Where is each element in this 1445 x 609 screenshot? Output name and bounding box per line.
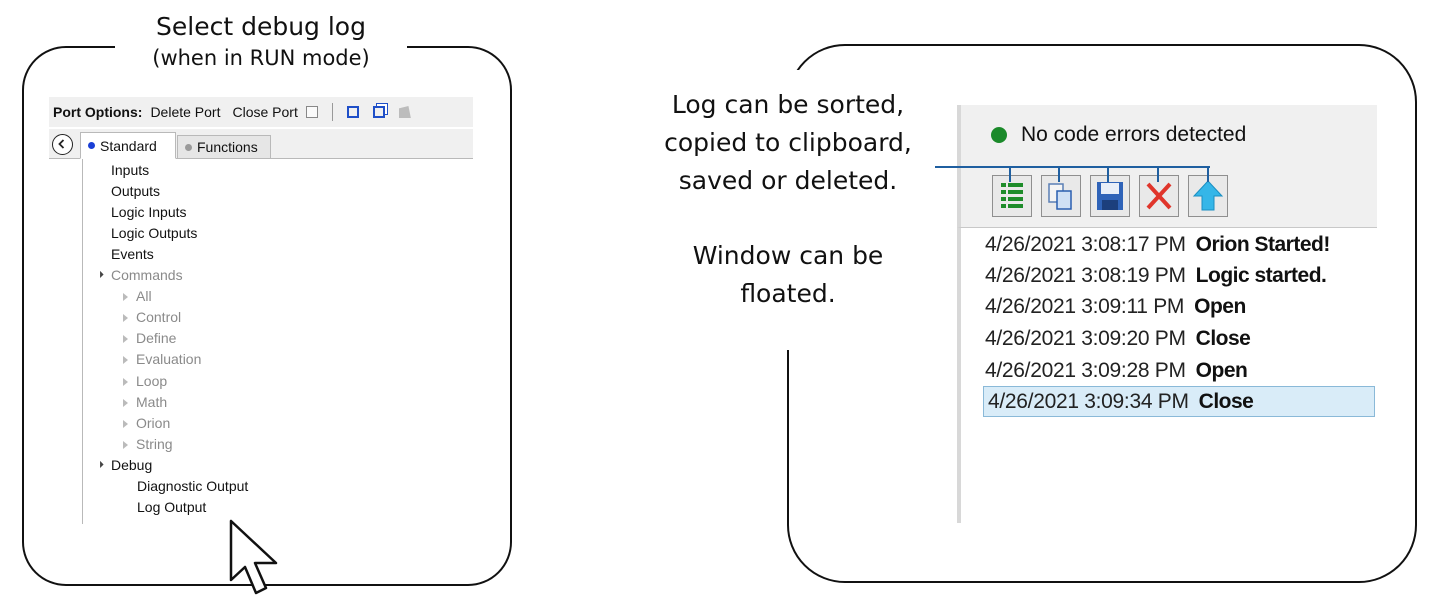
tab-functions[interactable]: Functions bbox=[177, 135, 271, 159]
collapsed-arrow-icon[interactable] bbox=[123, 313, 128, 322]
left-callout-title-line1: Select debug log bbox=[156, 12, 366, 41]
status-bar: No code errors detected bbox=[957, 105, 1377, 165]
chevron-left-icon bbox=[58, 139, 65, 149]
tab-standard-dot bbox=[88, 142, 95, 149]
log-message: Orion Started! bbox=[1195, 232, 1331, 256]
command-tree: Inputs Outputs Logic Inputs Logic Output… bbox=[82, 159, 473, 524]
back-button[interactable] bbox=[52, 134, 73, 155]
tree-item-debug[interactable]: Debug bbox=[94, 457, 152, 474]
right-callout-gap-top bbox=[770, 40, 792, 80]
tree-item-evaluation[interactable]: Evaluation bbox=[123, 351, 201, 368]
log-entry-row[interactable]: 4/26/2021 3:08:19 PM Logic started. bbox=[985, 260, 1377, 291]
tree-item-math[interactable]: Math bbox=[123, 394, 167, 411]
left-callout-title: Select debug log (when in RUN mode) bbox=[115, 10, 407, 72]
new-document-icon[interactable] bbox=[305, 106, 318, 118]
left-callout-title-line2: (when in RUN mode) bbox=[152, 46, 370, 70]
port-options-toolbar: Port Options: Delete Port Close Port bbox=[49, 97, 473, 127]
tab-functions-dot bbox=[185, 143, 192, 151]
connector-tick-float bbox=[1207, 166, 1209, 182]
collapsed-arrow-icon[interactable] bbox=[123, 398, 128, 407]
log-message: Open bbox=[1195, 358, 1248, 382]
float-annotation-line2: floated. bbox=[740, 279, 836, 308]
status-text: No code errors detected bbox=[1021, 123, 1247, 146]
log-message: Close bbox=[1195, 326, 1251, 350]
collapsed-arrow-icon[interactable] bbox=[123, 377, 128, 386]
log-entry-row-selected[interactable]: 4/26/2021 3:09:34 PM Close bbox=[983, 386, 1375, 417]
tree-item-outputs[interactable]: Outputs bbox=[111, 183, 160, 200]
tree-item-logic-inputs[interactable]: Logic Inputs bbox=[111, 204, 187, 221]
tree-item-inputs[interactable]: Inputs bbox=[111, 162, 149, 179]
toolbar-separator bbox=[331, 103, 333, 121]
connector-tick-sort bbox=[1009, 166, 1011, 182]
log-entry-row[interactable]: 4/26/2021 3:09:28 PM Open bbox=[985, 355, 1377, 386]
sort-annotation-line1: Log can be sorted, bbox=[671, 90, 905, 119]
log-message: Close bbox=[1198, 389, 1254, 413]
tree-item-commands[interactable]: Commands bbox=[94, 267, 183, 284]
maximize-icon[interactable] bbox=[346, 106, 359, 118]
expanded-arrow-icon[interactable] bbox=[94, 460, 104, 471]
close-port-button[interactable]: Close Port bbox=[232, 104, 297, 120]
sort-annotation-line3: saved or deleted. bbox=[678, 166, 898, 195]
log-timestamp: 4/26/2021 3:08:19 PM bbox=[985, 263, 1186, 287]
tree-item-define[interactable]: Define bbox=[123, 330, 176, 347]
sort-annotation-line2: copied to clipboard, bbox=[664, 128, 912, 157]
float-annotation-line1: Window can be bbox=[692, 241, 884, 270]
collapsed-arrow-icon[interactable] bbox=[123, 292, 128, 301]
connector-tick-delete bbox=[1157, 166, 1159, 182]
tree-item-diagnostic-output[interactable]: Diagnostic Output bbox=[137, 478, 248, 495]
log-list[interactable]: 4/26/2021 3:08:17 PM Orion Started! 4/26… bbox=[957, 227, 1377, 523]
collapsed-arrow-icon[interactable] bbox=[123, 440, 128, 449]
tree-item-all[interactable]: All bbox=[123, 288, 152, 305]
delete-port-button[interactable]: Delete Port bbox=[150, 104, 220, 120]
sort-copy-annotation: Log can be sorted, copied to clipboard, … bbox=[640, 86, 936, 200]
log-timestamp: 4/26/2021 3:09:20 PM bbox=[985, 326, 1186, 350]
status-ok-icon bbox=[991, 127, 1007, 143]
tree-item-orion[interactable]: Orion bbox=[123, 415, 170, 432]
mouse-cursor-icon bbox=[229, 519, 278, 595]
expanded-arrow-icon[interactable] bbox=[94, 270, 104, 281]
sort-button[interactable] bbox=[992, 175, 1032, 217]
tab-standard[interactable]: Standard bbox=[80, 132, 176, 159]
tree-item-events[interactable]: Events bbox=[111, 246, 154, 263]
collapsed-arrow-icon[interactable] bbox=[123, 419, 128, 428]
tree-item-loop[interactable]: Loop bbox=[123, 373, 167, 390]
log-entry-row[interactable]: 4/26/2021 3:09:11 PM Open bbox=[985, 291, 1377, 322]
log-entry-row[interactable]: 4/26/2021 3:09:20 PM Close bbox=[985, 323, 1377, 354]
connector-tick-save bbox=[1107, 166, 1109, 182]
tree-item-control[interactable]: Control bbox=[123, 309, 181, 326]
float-icon bbox=[1192, 180, 1224, 211]
collapsed-arrow-icon[interactable] bbox=[123, 355, 128, 364]
delete-icon bbox=[1146, 182, 1172, 210]
connector-tick-copy bbox=[1058, 166, 1060, 182]
copy-icon bbox=[1048, 183, 1072, 210]
log-entry-row[interactable]: 4/26/2021 3:08:17 PM Orion Started! bbox=[985, 229, 1377, 260]
log-timestamp: 4/26/2021 3:08:17 PM bbox=[985, 232, 1186, 256]
tree-item-logic-outputs[interactable]: Logic Outputs bbox=[111, 225, 197, 242]
port-options-screenshot: Port Options: Delete Port Close Port Sta… bbox=[49, 97, 473, 524]
copy-button[interactable] bbox=[1041, 175, 1081, 217]
tree-item-string[interactable]: String bbox=[123, 436, 173, 453]
tab-strip: Standard Functions bbox=[49, 129, 473, 159]
delete-button[interactable] bbox=[1139, 175, 1179, 217]
log-timestamp: 4/26/2021 3:09:11 PM bbox=[985, 294, 1185, 318]
tab-standard-label: Standard bbox=[100, 137, 157, 154]
log-timestamp: 4/26/2021 3:09:28 PM bbox=[985, 358, 1186, 382]
collapsed-arrow-icon[interactable] bbox=[123, 334, 128, 343]
log-message: Open bbox=[1194, 294, 1246, 318]
dock-icon[interactable] bbox=[398, 106, 411, 118]
tab-functions-label: Functions bbox=[197, 139, 258, 155]
restore-icon[interactable] bbox=[372, 106, 385, 118]
save-button[interactable] bbox=[1090, 175, 1130, 217]
port-options-label: Port Options: bbox=[53, 104, 143, 120]
sort-icon bbox=[1001, 183, 1023, 208]
tree-item-log-output[interactable]: Log Output bbox=[137, 499, 206, 516]
connector-horizontal bbox=[935, 166, 1210, 168]
save-icon bbox=[1097, 182, 1123, 210]
log-message: Logic started. bbox=[1195, 263, 1327, 287]
log-timestamp: 4/26/2021 3:09:34 PM bbox=[988, 389, 1189, 413]
log-toolbar bbox=[957, 165, 1377, 227]
status-row: No code errors detected bbox=[991, 123, 1246, 147]
float-annotation: Window can be floated. bbox=[660, 237, 916, 313]
